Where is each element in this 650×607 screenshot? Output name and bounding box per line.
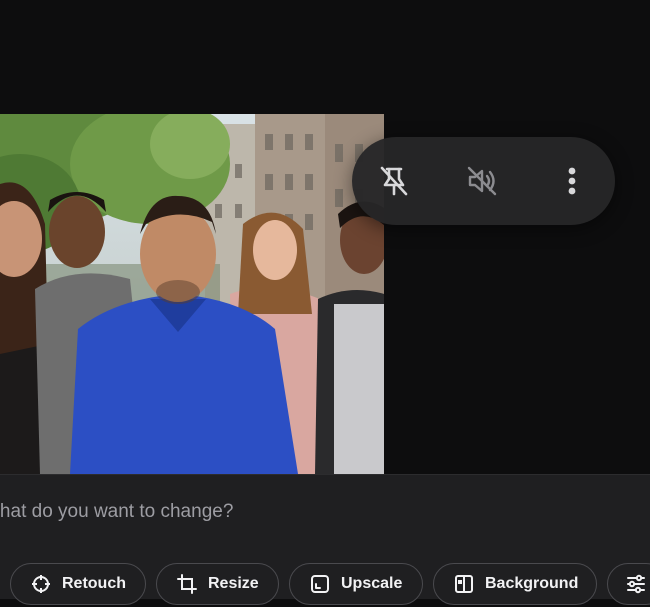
generated-image[interactable] — [0, 114, 384, 474]
background-button[interactable]: Background — [433, 563, 597, 605]
expand-icon — [310, 574, 330, 594]
prompt-input[interactable]: What do you want to change? — [0, 501, 233, 523]
crop-icon — [177, 574, 197, 594]
chip-label: Resize — [208, 575, 259, 592]
more-vertical-icon — [552, 161, 592, 201]
pin-off-button[interactable] — [372, 159, 416, 203]
upscale-button[interactable]: Upscale — [289, 563, 423, 605]
retouch-button[interactable]: Retouch — [10, 563, 146, 605]
more-options-button[interactable] — [550, 159, 594, 203]
adjustments-button[interactable] — [607, 563, 650, 605]
pin-off-icon — [374, 161, 414, 201]
prompt-panel: What do you want to change? Retouch Resi… — [0, 474, 650, 605]
action-chips: Retouch Resize Upscale Background — [0, 563, 650, 607]
background-split-icon — [454, 574, 474, 594]
chip-label: Upscale — [341, 575, 403, 592]
mute-button[interactable] — [460, 159, 504, 203]
volume-off-icon — [462, 161, 502, 201]
crosshair-icon — [31, 574, 51, 594]
chip-label: Retouch — [62, 575, 126, 592]
chip-label: Background — [485, 575, 579, 592]
media-toolbar — [352, 137, 615, 225]
sliders-icon — [626, 574, 646, 594]
resize-button[interactable]: Resize — [156, 563, 279, 605]
